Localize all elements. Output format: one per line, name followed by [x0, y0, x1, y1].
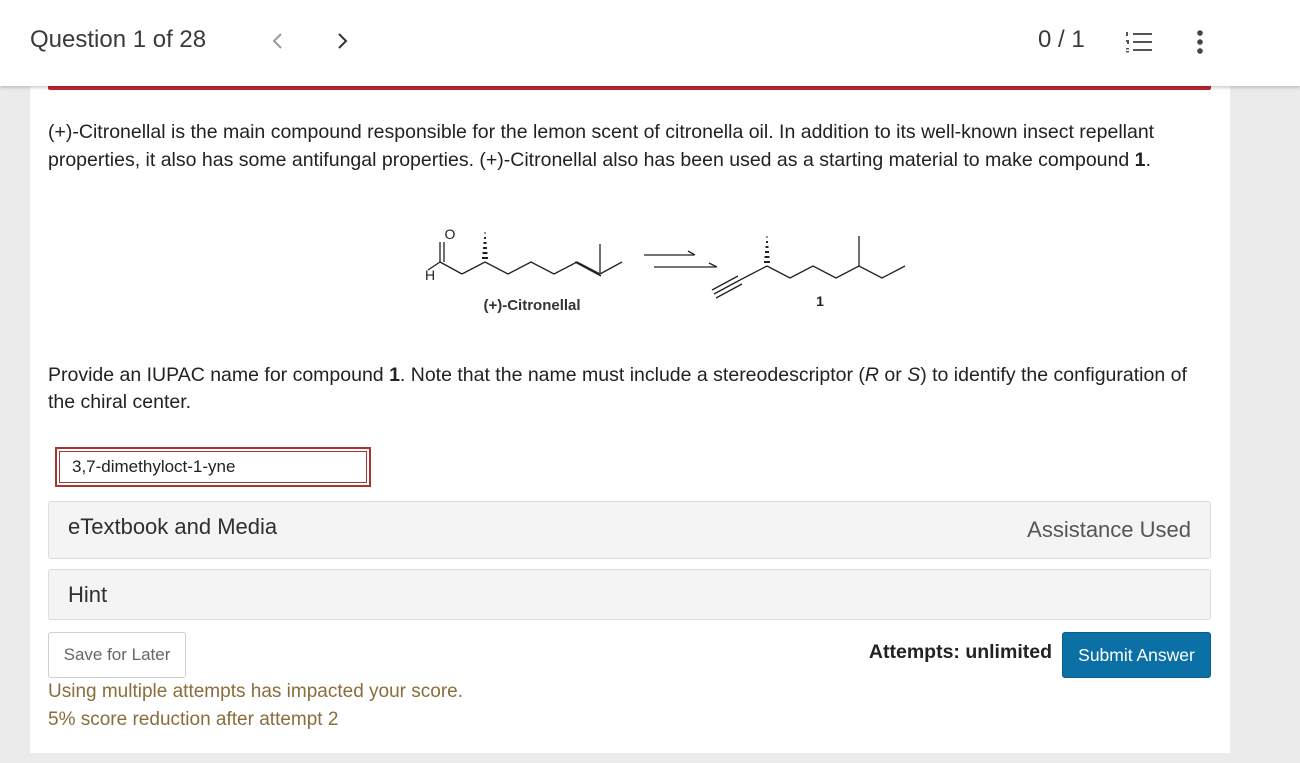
penalty-line-2: 5% score reduction after attempt 2: [48, 709, 339, 730]
reaction-scheme: O H (+)-Citronellal 1: [425, 226, 906, 314]
intro-end: .: [1145, 149, 1151, 171]
vertical-dots-icon[interactable]: [1188, 26, 1212, 58]
prompt-text: Provide an IUPAC name for compound: [48, 364, 390, 386]
aldehyde-oxygen-label: O: [445, 226, 456, 242]
prompt-or: or: [879, 364, 908, 386]
save-for-later-button[interactable]: Save for Later: [48, 632, 186, 678]
question-prompt: Provide an IUPAC name for compound 1. No…: [48, 362, 1208, 416]
score-penalty-notice: Using multiple attempts has impacted you…: [48, 678, 463, 734]
answer-input[interactable]: [59, 451, 367, 483]
numbered-list-icon[interactable]: [1124, 28, 1154, 56]
stereo-r: R: [864, 364, 879, 386]
chevron-right-icon[interactable]: [330, 26, 354, 56]
product-label: 1: [816, 293, 824, 309]
etextbook-label: eTextbook and Media: [68, 514, 278, 539]
etextbook-panel[interactable]: eTextbook and Media Assistance Used: [48, 501, 1211, 559]
question-intro: (+)-Citronellal is the main compound res…: [48, 118, 1208, 174]
hint-panel[interactable]: Hint: [48, 569, 1211, 620]
compound-number: 1: [1134, 149, 1146, 171]
question-card: (+)-Citronellal is the main compound res…: [30, 86, 1230, 753]
hint-label: Hint: [68, 582, 108, 607]
top-bar: Question 1 of 28 0 / 1: [0, 0, 1300, 86]
error-indicator-bar: [48, 86, 1211, 90]
intro-text: (+)-Citronellal is the main compound res…: [48, 121, 1155, 171]
prompt-compound-number: 1: [389, 364, 400, 386]
chevron-left-icon[interactable]: [266, 26, 290, 56]
penalty-line-1: Using multiple attempts has impacted you…: [48, 681, 464, 702]
prompt-text-mid: . Note that the name must include a ster…: [399, 364, 865, 386]
reactant-label: (+)-Citronellal: [483, 297, 580, 314]
assistance-used-label: Assistance Used: [1027, 517, 1191, 542]
answer-field-wrapper: [55, 447, 371, 487]
question-counter: Question 1 of 28: [30, 26, 207, 53]
submit-answer-button[interactable]: Submit Answer: [1062, 632, 1211, 678]
aldehyde-hydrogen-label: H: [425, 267, 435, 283]
attempts-label: Attempts: unlimited: [868, 641, 1052, 663]
score-display: 0 / 1: [1038, 26, 1085, 53]
stereo-s: S: [907, 364, 921, 386]
